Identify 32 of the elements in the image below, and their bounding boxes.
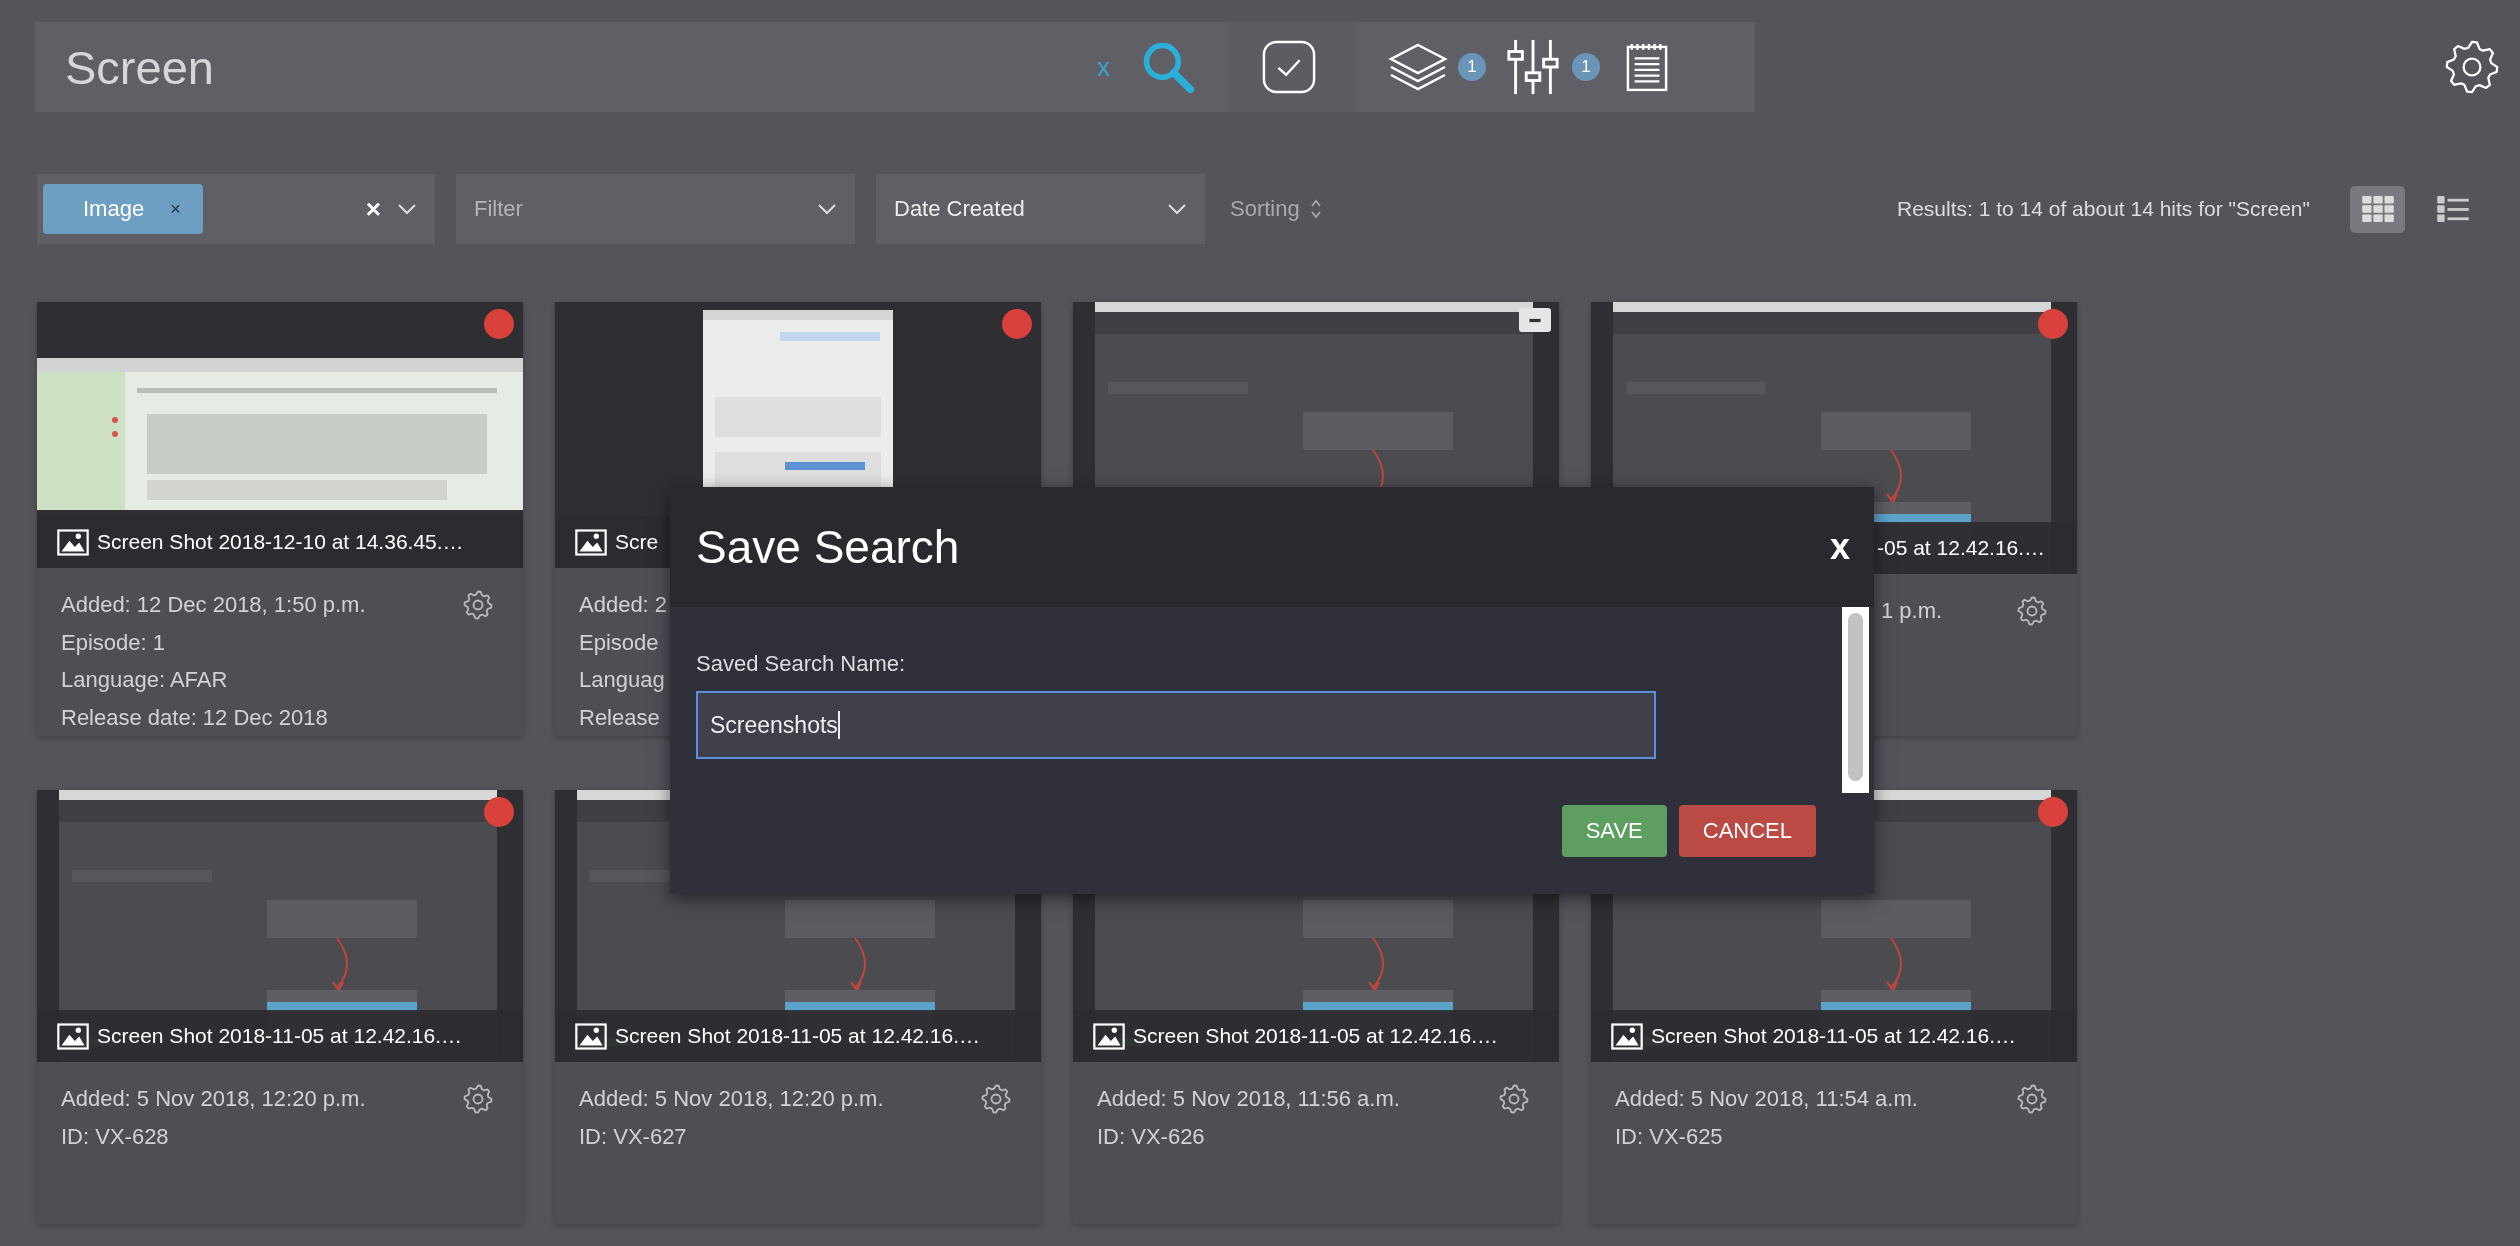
metadata-text: ID: VX-627 (579, 1122, 688, 1151)
metadata-text: Added: 5 Nov 2018, 11:56 a.m. (1097, 1085, 1400, 1113)
asset-title: Screen Shot 2018-11-05 at 12.42.16.… (1651, 1024, 2017, 1048)
metadata-text: Release (579, 703, 661, 732)
count-badge: 1 (1458, 53, 1486, 81)
sort-field-value: Date Created (894, 196, 1025, 222)
asset-title: -05 at 12.42.16.… (1877, 536, 2046, 560)
asset-title: Screen Shot 2018-12-10 at 14.36.45.… (97, 530, 464, 554)
filter-tag: Image × (43, 184, 203, 234)
dialog-title: Save Search (696, 520, 960, 574)
asset-title: Scre (615, 530, 659, 554)
metadata-text: ID: VX-628 (61, 1122, 170, 1151)
metadata-text: Added: 5 Nov 2018, 12:20 p.m. (61, 1085, 366, 1113)
asset-title: Screen Shot 2018-11-05 at 12.42.16.… (97, 1024, 463, 1048)
metadata-text: ID: VX-625 (1615, 1122, 1724, 1151)
count-badge: 1 (1572, 53, 1600, 81)
metadata-text: Added: 5 Nov 2018, 11:54 a.m. (1615, 1085, 1918, 1113)
asset-title: Screen Shot 2018-11-05 at 12.42.16.… (615, 1024, 981, 1048)
filter-placeholder: Filter (474, 196, 523, 222)
metadata-text: Episode: 1 (61, 628, 166, 657)
metadata-text: 1 p.m. (1881, 597, 1943, 625)
metadata-text: Language: AFAR (61, 666, 229, 694)
field-label: Saved Search Name: (696, 651, 907, 677)
results-summary: Results: 1 to 14 of about 14 hits for "Screen" (1897, 197, 2310, 221)
metadata-text: Added: 2 (579, 591, 668, 619)
asset-title: Screen Shot 2018-11-05 at 12.42.16.… (1133, 1024, 1499, 1048)
metadata-text: Episode (579, 628, 660, 657)
metadata-text: Languag (579, 666, 666, 694)
metadata-text: Added: 12 Dec 2018, 1:50 p.m. (61, 591, 366, 619)
metadata-text: ID: VX-626 (1097, 1122, 1206, 1151)
metadata-text: Added: 5 Nov 2018, 12:20 p.m. (579, 1085, 884, 1113)
metadata-text: Release date: 12 Dec 2018 (61, 703, 329, 732)
